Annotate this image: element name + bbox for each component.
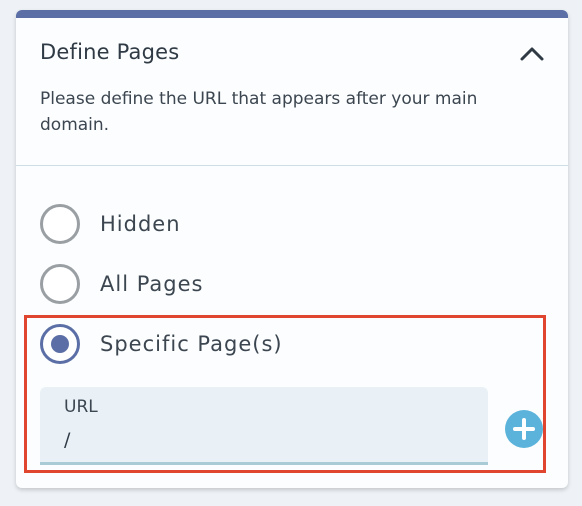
url-field-label: URL xyxy=(64,397,98,417)
collapse-button[interactable] xyxy=(518,40,546,68)
radio-label: Specific Page(s) xyxy=(100,332,283,356)
plus-icon xyxy=(513,418,535,440)
radio-option-hidden[interactable]: Hidden xyxy=(40,204,181,244)
url-input[interactable] xyxy=(64,427,464,453)
radio-label: Hidden xyxy=(100,212,181,236)
panel-accent-bar xyxy=(16,10,568,18)
panel-description: Please define the URL that appears after… xyxy=(40,89,478,135)
add-url-button[interactable] xyxy=(505,410,543,448)
radio-option-all-pages[interactable]: All Pages xyxy=(40,264,204,304)
chevron-up-icon xyxy=(520,47,544,61)
radio-label: All Pages xyxy=(100,272,204,296)
radio-button[interactable] xyxy=(40,264,80,304)
panel-title: Define Pages xyxy=(40,40,180,64)
radio-option-specific-pages[interactable]: Specific Page(s) xyxy=(40,324,283,364)
radio-button-selected[interactable] xyxy=(40,324,80,364)
url-field[interactable]: URL xyxy=(40,387,488,465)
radio-button[interactable] xyxy=(40,204,80,244)
divider xyxy=(16,165,568,166)
